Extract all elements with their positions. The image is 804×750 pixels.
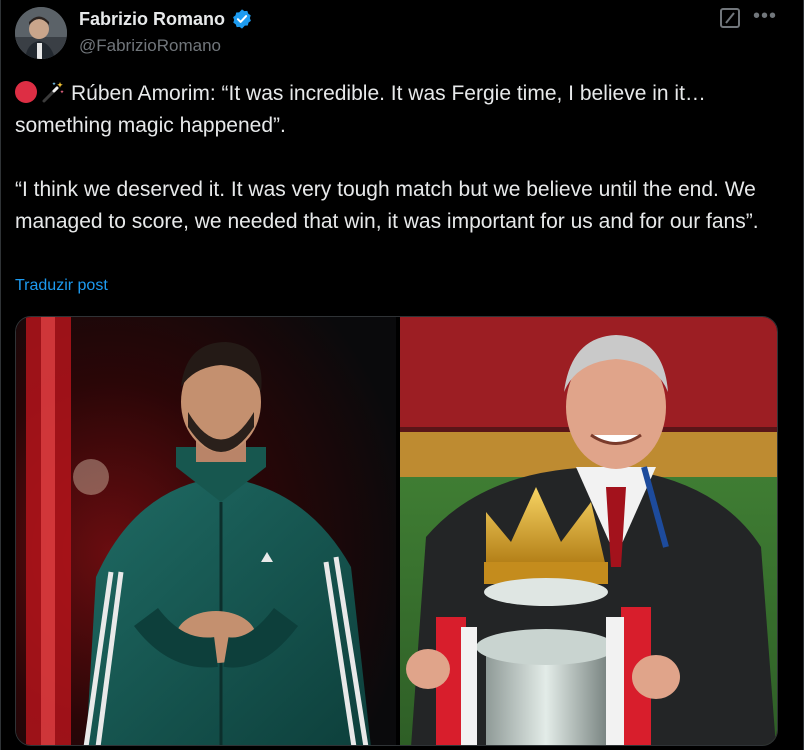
ruben-amorim-photo [16, 317, 396, 745]
post-paragraph-1-text: Rúben Amorim: “It was incredible. It was… [15, 82, 706, 137]
grok-icon[interactable] [720, 8, 740, 28]
red-circle-emoji-icon [15, 81, 37, 103]
post-container: Fabrizio Romano @FabrizioRomano ••• Rúbe… [0, 0, 804, 750]
media-image-grid [16, 317, 777, 745]
author-handle[interactable]: @FabrizioRomano [79, 36, 221, 56]
post-paragraph-1: Rúben Amorim: “It was incredible. It was… [15, 78, 785, 142]
post-text: Rúben Amorim: “It was incredible. It was… [15, 78, 785, 238]
translate-post-link[interactable]: Traduzir post [15, 277, 108, 295]
post-paragraph-2: “I think we deserved it. It was very tou… [15, 178, 759, 233]
author-avatar[interactable] [15, 7, 67, 59]
more-options-icon[interactable]: ••• [753, 6, 777, 26]
author-display-name[interactable]: Fabrizio Romano [79, 9, 225, 30]
author-name-row: Fabrizio Romano [79, 7, 253, 31]
alex-ferguson-trophy-photo [400, 317, 777, 745]
magic-wand-emoji-icon [42, 82, 64, 103]
verified-badge-icon[interactable] [231, 8, 253, 30]
post-media[interactable] [15, 316, 778, 746]
grok-slash-icon [725, 12, 735, 24]
avatar-image [15, 7, 67, 59]
